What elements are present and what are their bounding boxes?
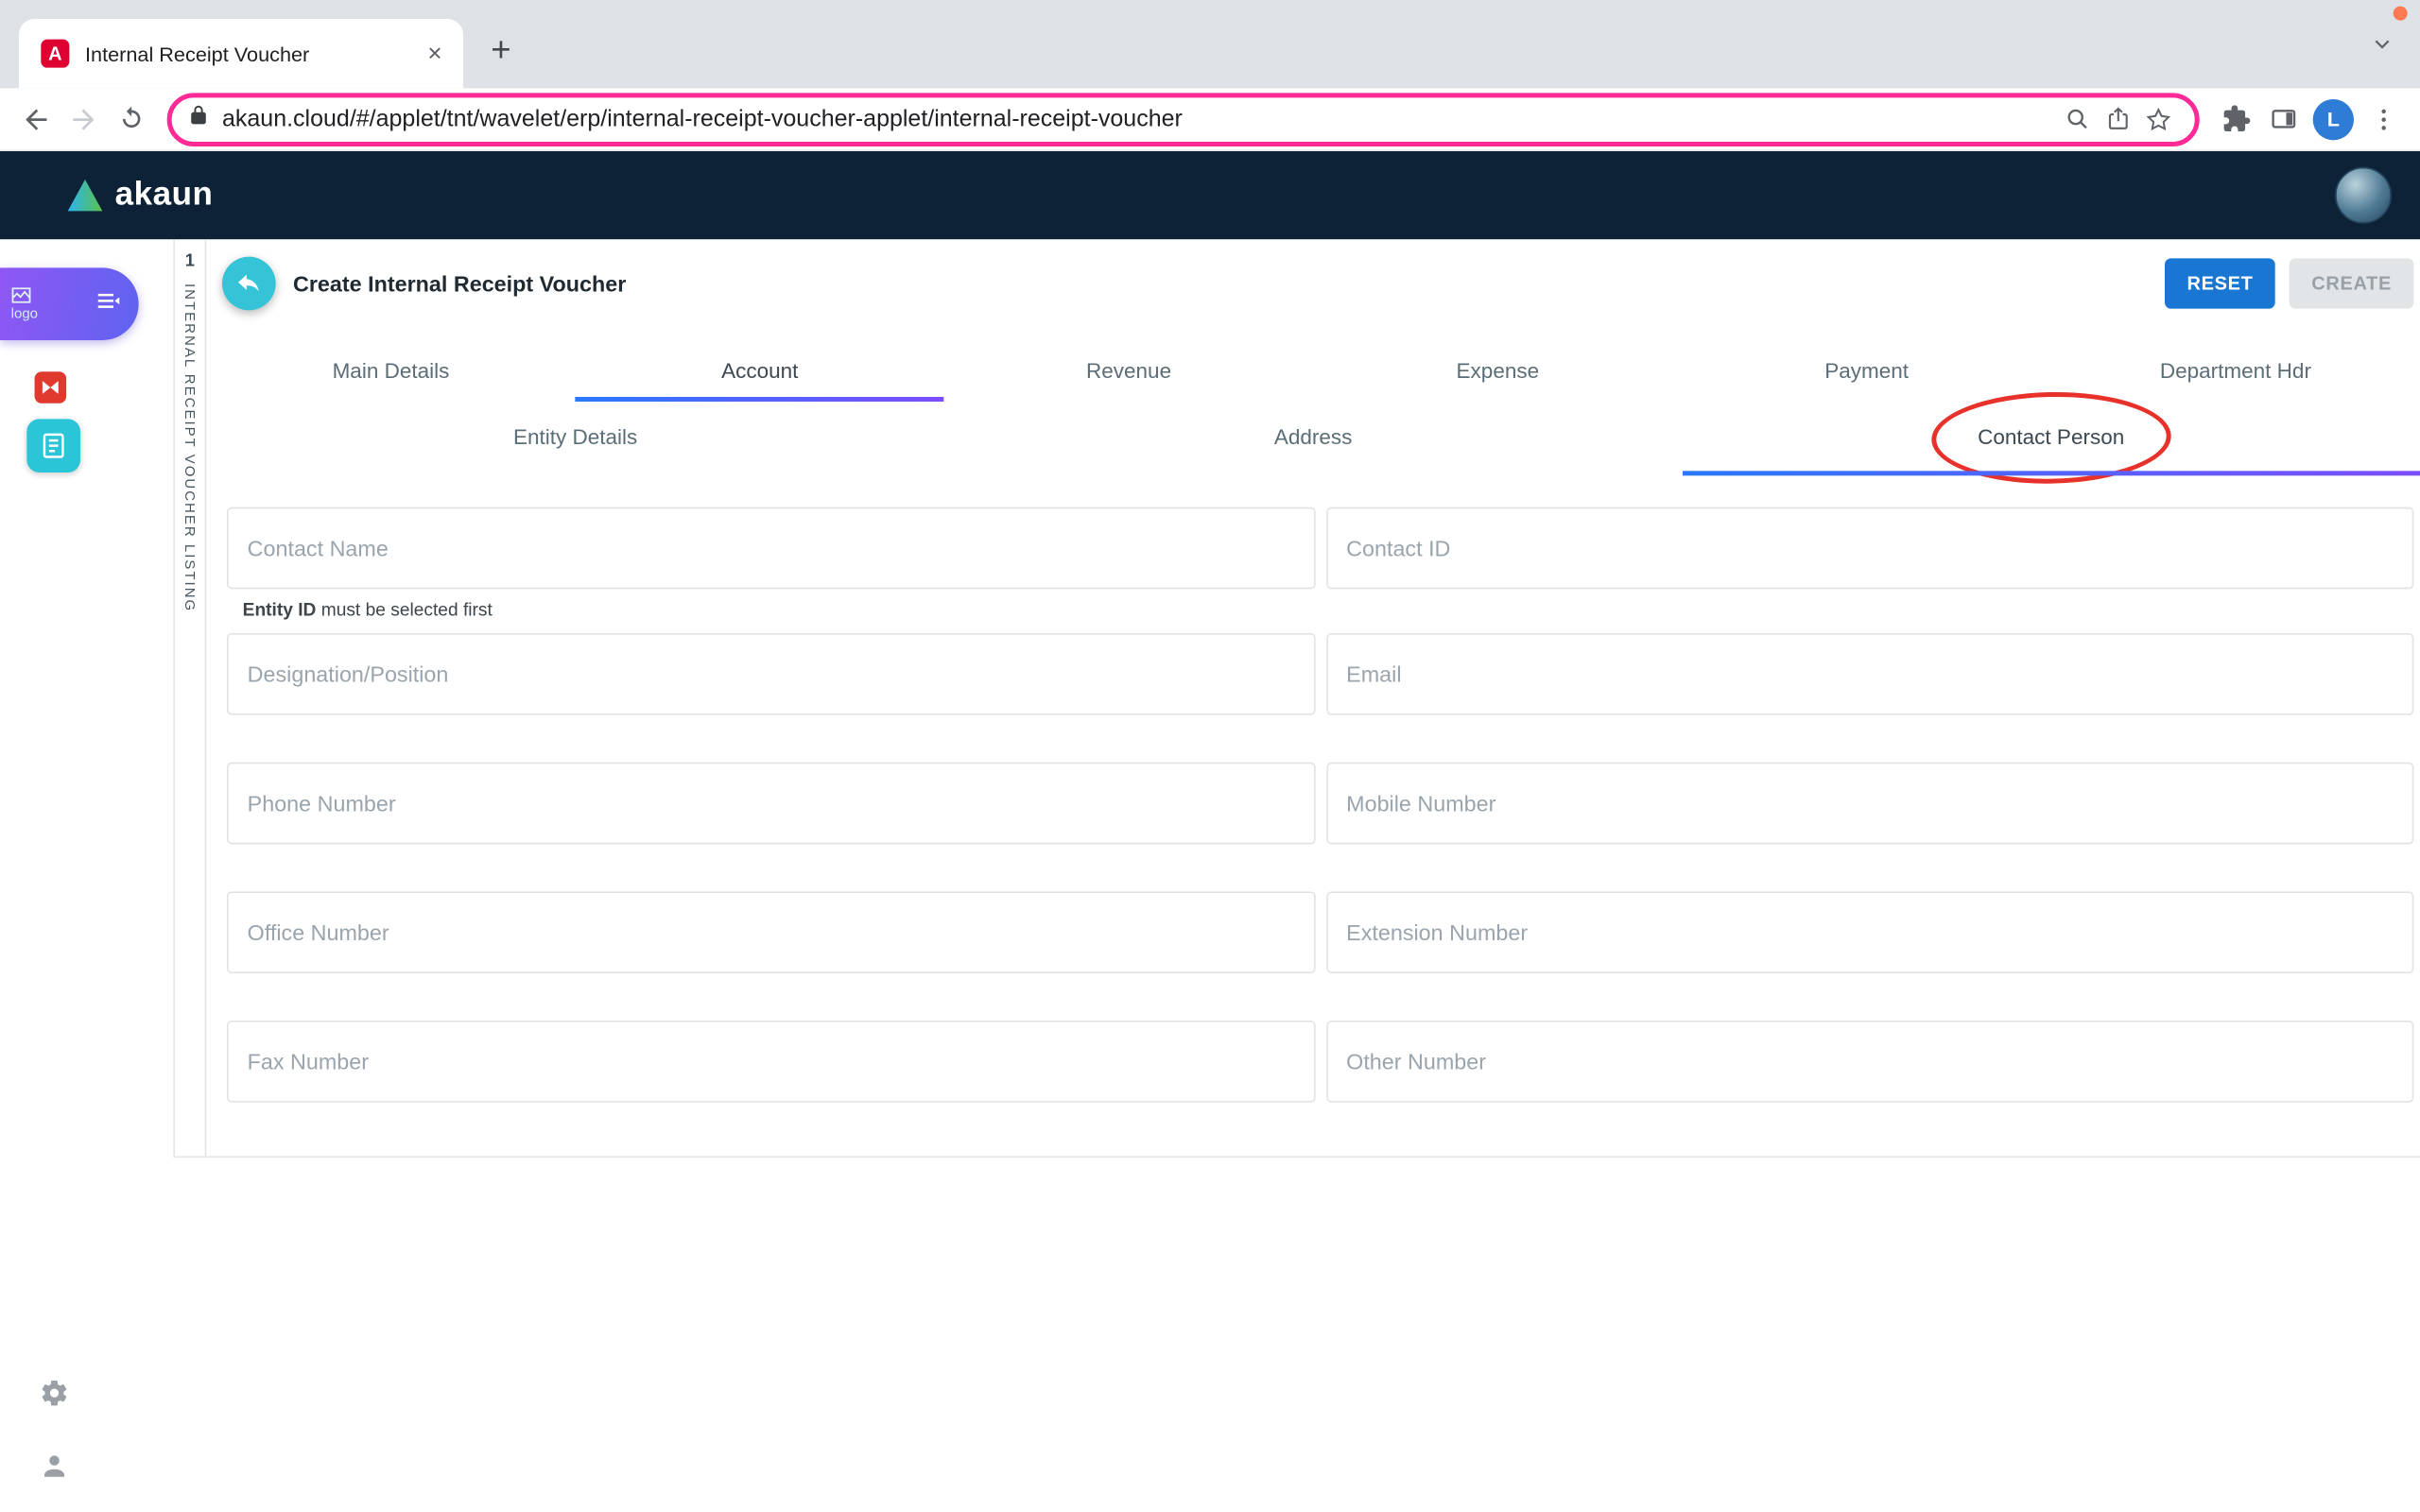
account-person-icon[interactable] xyxy=(38,1449,69,1480)
settings-gear-icon[interactable] xyxy=(38,1377,69,1408)
browser-profile-avatar[interactable]: L xyxy=(2313,98,2354,139)
subtab-contact-person-label: Contact Person xyxy=(1978,425,2124,449)
reset-button[interactable]: RESET xyxy=(2165,258,2275,308)
reload-icon[interactable] xyxy=(107,95,154,143)
side-panel-icon[interactable] xyxy=(2259,95,2307,143)
sidebar-drawer-toggle[interactable]: logo xyxy=(0,267,139,340)
sidebar-applet-receipt-icon[interactable] xyxy=(26,419,80,472)
sidebar: logo xyxy=(0,239,107,1512)
back-icon[interactable] xyxy=(12,95,60,143)
mobile-number-input[interactable] xyxy=(1326,763,2414,845)
brand-logo[interactable]: akaun xyxy=(66,177,213,215)
extensions-puzzle-icon[interactable] xyxy=(2212,95,2259,143)
subtab-address[interactable]: Address xyxy=(944,404,1683,475)
title-bar: Create Internal Receipt Voucher RESET CR… xyxy=(206,239,2420,327)
create-button[interactable]: CREATE xyxy=(2290,258,2413,308)
helper-bold: Entity ID xyxy=(243,602,317,621)
tab-revenue[interactable]: Revenue xyxy=(944,347,1313,402)
content-card: Create Internal Receipt Voucher RESET CR… xyxy=(206,239,2420,1156)
subtab-entity-details[interactable]: Entity Details xyxy=(206,404,944,475)
brand-triangle-icon xyxy=(66,178,104,213)
user-avatar[interactable] xyxy=(2335,167,2392,224)
tab-close-icon[interactable]: ✕ xyxy=(419,38,450,69)
subtab-contact-person[interactable]: Contact Person xyxy=(1682,404,2420,475)
logo-alt-text: logo xyxy=(11,305,38,321)
phone-number-input[interactable] xyxy=(227,763,1315,845)
office-number-input[interactable] xyxy=(227,891,1315,973)
main-tabs: Main Details Account Revenue Expense Pay… xyxy=(206,347,2420,402)
app-header: akaun xyxy=(0,151,2420,239)
vertical-listing-tab[interactable]: 1 INTERNAL RECEIPT VOUCHER LISTING xyxy=(173,239,206,1156)
lock-icon[interactable] xyxy=(187,104,209,134)
designation-position-input[interactable] xyxy=(227,633,1315,715)
contact-person-form: Entity ID must be selected first xyxy=(206,475,2420,1149)
browser-toolbar: akaun.cloud/#/applet/tnt/wavelet/erp/int… xyxy=(0,88,2420,151)
menu-open-icon xyxy=(95,286,123,322)
share-icon[interactable] xyxy=(2097,98,2137,139)
tab-expense[interactable]: Expense xyxy=(1313,347,1682,402)
sub-tabs: Entity Details Address Contact Person xyxy=(206,404,2420,475)
work-area: 1 INTERNAL RECEIPT VOUCHER LISTING Creat… xyxy=(173,239,2420,1158)
tab-account[interactable]: Account xyxy=(576,347,944,402)
page-title: Create Internal Receipt Voucher xyxy=(293,271,626,297)
bookmark-star-icon[interactable] xyxy=(2138,98,2179,139)
brand-name: akaun xyxy=(115,177,214,215)
listing-tab-label: INTERNAL RECEIPT VOUCHER LISTING xyxy=(182,284,199,612)
fax-number-input[interactable] xyxy=(227,1021,1315,1103)
contact-id-input[interactable] xyxy=(1326,507,2414,590)
url-text: akaun.cloud/#/applet/tnt/wavelet/erp/int… xyxy=(222,106,2056,132)
url-bar[interactable]: akaun.cloud/#/applet/tnt/wavelet/erp/int… xyxy=(167,93,2200,146)
email-input[interactable] xyxy=(1326,633,2414,715)
broken-logo-image-icon: logo xyxy=(11,286,38,321)
tab-title: Internal Receipt Voucher xyxy=(85,42,419,65)
tab-main-details[interactable]: Main Details xyxy=(206,347,575,402)
extension-number-input[interactable] xyxy=(1326,891,2414,973)
action-buttons: RESET CREATE xyxy=(2165,258,2413,308)
browser-tab[interactable]: A Internal Receipt Voucher ✕ xyxy=(19,19,463,88)
screen: A Internal Receipt Voucher ✕ + akaun.clo… xyxy=(0,0,2420,1512)
recording-indicator-dot xyxy=(2394,7,2408,21)
helper-rest: must be selected first xyxy=(316,602,492,621)
entity-id-helper-text: Entity ID must be selected first xyxy=(227,602,1315,621)
forward-icon[interactable] xyxy=(60,95,107,143)
back-button[interactable] xyxy=(222,257,276,311)
sidebar-app-red-icon[interactable] xyxy=(31,369,69,406)
tab-search-chevron-icon[interactable] xyxy=(2370,31,2395,64)
new-tab-button[interactable]: + xyxy=(479,28,524,73)
browser-menu-icon[interactable] xyxy=(2360,95,2408,143)
tab-favicon-icon: A xyxy=(41,40,69,68)
contact-name-input[interactable] xyxy=(227,507,1315,590)
zoom-icon[interactable] xyxy=(2056,98,2097,139)
listing-tab-index: 1 xyxy=(185,252,195,271)
main-region: logo 1 INTERNAL RECE xyxy=(0,239,2420,1512)
other-number-input[interactable] xyxy=(1326,1021,2414,1103)
reply-arrow-icon xyxy=(234,269,263,298)
tab-department-hdr[interactable]: Department Hdr xyxy=(2051,347,2420,402)
tab-payment[interactable]: Payment xyxy=(1682,347,2050,402)
browser-tab-strip: A Internal Receipt Voucher ✕ + xyxy=(0,0,2420,88)
